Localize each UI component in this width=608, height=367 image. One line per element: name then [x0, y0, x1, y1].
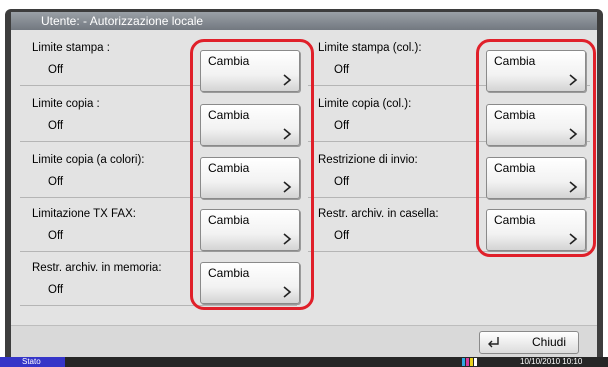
toner-level-icon	[462, 358, 478, 366]
top-strip	[0, 0, 608, 9]
setting-value: Off	[48, 284, 64, 296]
setting-label: Limite copia (a colori):	[32, 154, 145, 166]
page-title: Utente: - Autorizzazione locale	[41, 14, 204, 28]
setting-label: Restr. archiv. in memoria:	[32, 262, 162, 274]
toner-cyan	[462, 358, 465, 366]
setting-value: Off	[334, 120, 350, 132]
status-button[interactable]: Stato	[0, 357, 65, 367]
setting-value: Off	[48, 120, 64, 132]
title-bar: Utente: - Autorizzazione locale	[11, 12, 597, 30]
close-label: Chiudi	[532, 335, 567, 349]
toner-black	[474, 358, 477, 366]
screen: Utente: - Autorizzazione locale Limite s…	[0, 0, 608, 367]
return-arrow-icon	[488, 337, 499, 348]
setting-value: Off	[48, 230, 64, 242]
setting-value: Off	[334, 64, 350, 76]
close-button[interactable]: Chiudi	[479, 331, 579, 354]
setting-label: Limitazione TX FAX:	[32, 208, 136, 220]
toner-magenta	[466, 358, 469, 366]
setting-value: Off	[334, 176, 350, 188]
setting-value: Off	[48, 176, 64, 188]
setting-label: Restr. archiv. in casella:	[318, 208, 439, 220]
setting-value: Off	[334, 230, 350, 242]
datetime: 10/10/2010 10:10	[520, 357, 583, 366]
setting-label: Limite stampa :	[32, 42, 110, 54]
setting-label: Limite copia :	[32, 98, 100, 110]
setting-label: Limite stampa (col.):	[318, 42, 422, 54]
toner-yellow	[470, 358, 473, 366]
status-label: Stato	[22, 357, 41, 366]
highlight-right-buttons	[476, 39, 596, 257]
setting-label: Limite copia (col.):	[318, 98, 412, 110]
status-bar: Stato 10/10/2010 10:10	[0, 357, 608, 367]
setting-label: Restrizione di invio:	[318, 154, 418, 166]
setting-value: Off	[48, 64, 64, 76]
highlight-left-buttons	[190, 39, 314, 310]
